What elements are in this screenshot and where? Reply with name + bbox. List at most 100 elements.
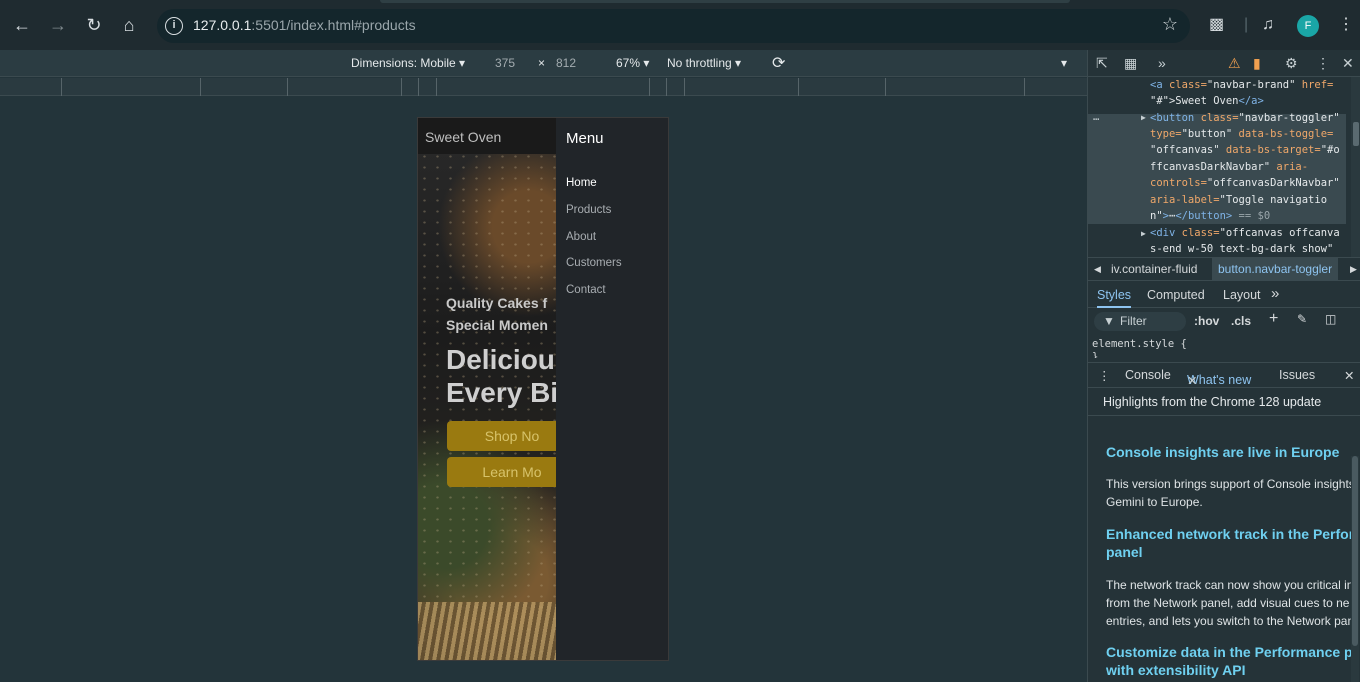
- code-line[interactable]: n">⋯</button> == $0: [1150, 208, 1270, 224]
- more-options-icon[interactable]: ▾: [1061, 56, 1067, 70]
- devtools-panel: ⇱ ▦ » ⚠ ▮ ⚙ ⋮ ✕ <a class="navbar-brand" …: [1087, 50, 1360, 682]
- more-tabs-icon[interactable]: »: [1271, 285, 1279, 302]
- code-line[interactable]: "offcanvas" data-bs-target="#o: [1150, 142, 1340, 158]
- filter-input[interactable]: ▼ Filter: [1094, 312, 1186, 331]
- code-line[interactable]: ffcanvasDarkNavbar" aria-: [1150, 159, 1308, 175]
- reload-icon[interactable]: ↻: [82, 13, 106, 37]
- whats-new-text: Gemini to Europe.: [1106, 495, 1203, 509]
- zoom-dropdown[interactable]: 67% ▾: [616, 56, 649, 70]
- address-bar[interactable]: i 127.0.0.1:5501/index.html#products ☆: [157, 9, 1190, 43]
- hero-wheat: [418, 602, 556, 660]
- close-devtools-icon[interactable]: ✕: [1342, 55, 1354, 72]
- nav-item-products[interactable]: Products: [566, 204, 611, 216]
- home-icon[interactable]: ⌂: [117, 13, 141, 37]
- code-line[interactable]: controls="offcanvasDarkNavbar": [1150, 175, 1340, 191]
- whats-new-heading[interactable]: Customize data in the Performance p: [1106, 643, 1353, 661]
- element-style-rule[interactable]: element.style { }: [1092, 338, 1187, 358]
- tab-layout[interactable]: Layout: [1223, 288, 1261, 302]
- expand-arrow-icon[interactable]: ▶: [1141, 110, 1146, 126]
- menu-icon[interactable]: ⋮: [1338, 14, 1354, 36]
- filter-icon: ▼: [1103, 314, 1115, 328]
- styles-filter-row: ▼ Filter :hov .cls + ✎ ◫: [1088, 309, 1360, 333]
- tab-computed[interactable]: Computed: [1147, 288, 1205, 302]
- hov-toggle[interactable]: :hov: [1194, 314, 1219, 328]
- code-line[interactable]: "#">Sweet Oven</a>: [1150, 93, 1264, 109]
- offcanvas-menu: Menu Home Products About Customers Conta…: [556, 118, 668, 660]
- media-query-ruler: [0, 78, 1087, 96]
- filter-placeholder: Filter: [1120, 314, 1147, 328]
- add-rule-icon[interactable]: +: [1269, 310, 1278, 328]
- whats-new-panel: Highlights from the Chrome 128 update Co…: [1088, 389, 1360, 682]
- width-input[interactable]: 375: [495, 56, 515, 70]
- warning-icon[interactable]: ⚠: [1228, 55, 1241, 72]
- devtools-menu-icon[interactable]: ⋮: [1316, 55, 1330, 72]
- offcanvas-title: Menu: [566, 130, 604, 147]
- height-input[interactable]: 812: [556, 56, 576, 70]
- shop-now-button[interactable]: Shop No: [447, 421, 556, 451]
- nav-item-customers[interactable]: Customers: [566, 257, 622, 269]
- element-style-selector: element.style {: [1092, 338, 1187, 350]
- elements-tree[interactable]: <a class="navbar-brand" href= "#">Sweet …: [1088, 77, 1360, 257]
- tab-console[interactable]: Console: [1125, 368, 1171, 382]
- star-icon[interactable]: ☆: [1162, 14, 1178, 35]
- issue-icon[interactable]: ▮: [1253, 55, 1261, 72]
- nav-item-about[interactable]: About: [566, 231, 596, 243]
- device-toggle-icon[interactable]: ▦: [1124, 55, 1137, 72]
- elements-scrollbar[interactable]: [1351, 77, 1360, 257]
- crumb-left-icon[interactable]: ◀: [1094, 264, 1101, 275]
- dimensions-dropdown[interactable]: Dimensions: Mobile ▾: [351, 56, 465, 70]
- nav-item-home[interactable]: Home: [566, 177, 597, 189]
- navbar-brand[interactable]: Sweet Oven: [425, 129, 501, 145]
- cls-toggle[interactable]: .cls: [1231, 314, 1251, 328]
- code-line[interactable]: s-end w-50 text-bg-dark show": [1150, 241, 1333, 257]
- more-panels-icon[interactable]: »: [1158, 55, 1166, 71]
- code-line[interactable]: aria-label="Toggle navigatio: [1150, 192, 1327, 208]
- crumb-right-icon[interactable]: ▶: [1350, 264, 1357, 275]
- avatar[interactable]: F: [1297, 15, 1319, 37]
- close-tab-icon[interactable]: ✕: [1187, 373, 1197, 388]
- crumb-button[interactable]: button.navbar-toggler: [1212, 258, 1339, 281]
- settings-icon[interactable]: ⚙: [1285, 55, 1298, 72]
- whats-new-text: This version brings support of Console i…: [1106, 477, 1355, 491]
- drawer-menu-icon[interactable]: ⋮: [1098, 368, 1111, 383]
- tab-styles[interactable]: Styles: [1097, 288, 1132, 308]
- throttling-label: No throttling: [667, 56, 732, 70]
- whats-new-heading[interactable]: panel: [1106, 543, 1143, 561]
- whats-new-scrollbar[interactable]: [1351, 456, 1359, 682]
- inspect-icon[interactable]: ⇱: [1096, 55, 1108, 72]
- throttling-dropdown[interactable]: No throttling ▾: [667, 56, 741, 70]
- tab-strip: [380, 0, 1070, 3]
- info-icon[interactable]: i: [165, 17, 183, 35]
- hero-headline-line1: Deliciou: [446, 344, 555, 375]
- drawer-tabs: ⋮ Console What's new ✕ Issues ✕: [1088, 362, 1360, 388]
- sidebar-toggle-icon[interactable]: ◫: [1325, 312, 1336, 326]
- whats-new-heading[interactable]: with extensibility API: [1106, 661, 1246, 679]
- toolbar-divider: |: [1244, 16, 1249, 33]
- whats-new-heading[interactable]: Enhanced network track in the Perfor: [1106, 525, 1354, 543]
- browser-toolbar: ← → ↻ ⌂ i 127.0.0.1:5501/index.html#prod…: [0, 0, 1360, 50]
- extensions-icon[interactable]: ▩: [1209, 14, 1224, 36]
- rotate-icon[interactable]: ⟳: [772, 53, 785, 73]
- learn-more-button[interactable]: Learn Mo: [447, 457, 556, 487]
- media-icon[interactable]: ♫: [1262, 14, 1274, 36]
- crumb-container[interactable]: iv.container-fluid: [1111, 262, 1197, 276]
- forward-icon[interactable]: →: [46, 13, 70, 37]
- tab-issues[interactable]: Issues: [1279, 368, 1315, 382]
- hero-tagline-line2: Special Momen: [446, 317, 548, 333]
- back-icon[interactable]: ←: [10, 13, 34, 37]
- expand-arrow-icon[interactable]: ▶: [1141, 226, 1146, 242]
- code-line[interactable]: <a class="navbar-brand" href=: [1150, 77, 1333, 93]
- code-line[interactable]: type="button" data-bs-toggle=: [1150, 126, 1333, 142]
- whats-new-heading[interactable]: Console insights are live in Europe: [1106, 443, 1339, 461]
- close-drawer-icon[interactable]: ✕: [1344, 368, 1354, 383]
- url-text[interactable]: 127.0.0.1:5501/index.html#products: [193, 17, 416, 33]
- nav-item-contact[interactable]: Contact: [566, 284, 606, 296]
- whats-new-text: from the Network panel, add visual cues …: [1106, 596, 1350, 610]
- code-line[interactable]: <div class="offcanvas offcanva: [1150, 225, 1340, 241]
- ellipsis-icon[interactable]: …: [1093, 109, 1099, 125]
- code-line[interactable]: <button class="navbar-toggler": [1150, 110, 1340, 126]
- hero-headline-line2: Every Bit: [446, 377, 556, 408]
- whats-new-header: Highlights from the Chrome 128 update: [1088, 389, 1360, 416]
- paint-icon[interactable]: ✎: [1297, 312, 1307, 326]
- devtools-toolbar: ⇱ ▦ » ⚠ ▮ ⚙ ⋮ ✕: [1088, 50, 1360, 77]
